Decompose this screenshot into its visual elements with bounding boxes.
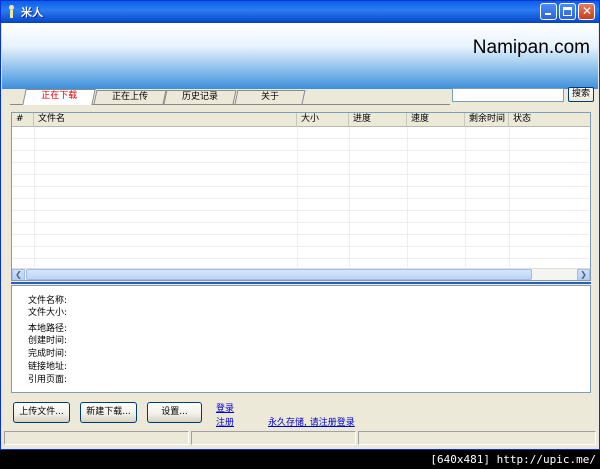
app-window: 米人 ✕ Namipan.com 正在下载 正在上传 历史记录 关于 搜索 # … (0, 0, 600, 450)
horizontal-scrollbar[interactable]: ❮ ❯ (12, 268, 590, 280)
empty-row (12, 223, 590, 235)
column-status[interactable]: 状态 (509, 113, 590, 127)
upload-file-button[interactable]: 上传文件... (13, 402, 70, 423)
list-header: # 文件名 大小 进度 速度 剩余时间 状态 (12, 113, 590, 127)
empty-row (12, 211, 590, 223)
status-cell (358, 431, 596, 445)
empty-row (12, 199, 590, 211)
brand-banner: Namipan.com (2, 23, 598, 89)
detail-completed-label: 完成时间: (28, 349, 68, 359)
minimize-icon (545, 13, 551, 15)
empty-row (12, 139, 590, 151)
grid-line (465, 127, 466, 267)
close-icon: ✕ (581, 4, 593, 18)
register-link[interactable]: 注册 (216, 415, 234, 428)
detail-referrer-label: 引用页面: (28, 375, 68, 385)
settings-button[interactable]: 设置... (147, 402, 202, 423)
status-cell (4, 431, 189, 445)
grid-line (34, 127, 35, 267)
download-list[interactable]: # 文件名 大小 进度 速度 剩余时间 状态 ❮ ❯ (11, 112, 591, 281)
promo-link[interactable]: 永久存储, 请注册登录 (268, 415, 355, 428)
title-bar[interactable]: 米人 ✕ (1, 1, 599, 23)
status-bar (2, 431, 598, 445)
close-button[interactable]: ✕ (578, 3, 595, 20)
app-person-icon (7, 5, 17, 19)
tab-label: 正在下载 (41, 91, 78, 101)
list-body[interactable] (12, 127, 590, 267)
maximize-button[interactable] (559, 3, 576, 20)
empty-row (12, 187, 590, 199)
status-cell (191, 431, 356, 445)
grid-line (407, 127, 408, 267)
tab-label: 关于 (260, 92, 279, 102)
grid-line (509, 127, 510, 267)
login-link[interactable]: 登录 (216, 401, 234, 414)
detail-link-label: 链接地址: (28, 362, 68, 372)
empty-row (12, 247, 590, 259)
scroll-right-icon[interactable]: ❯ (577, 269, 590, 280)
tab-history[interactable]: 历史记录 (163, 90, 237, 104)
empty-row (12, 127, 590, 139)
brand-text: Namipan.com (472, 37, 590, 58)
column-size[interactable]: 大小 (297, 113, 349, 127)
search-input[interactable] (452, 88, 564, 102)
tab-label: 历史记录 (181, 92, 218, 102)
window-title: 米人 (21, 6, 43, 19)
watermark: [640x481] http://upic.me/ (428, 452, 598, 468)
column-speed[interactable]: 速度 (407, 113, 465, 127)
empty-row (12, 151, 590, 163)
grid-line (349, 127, 350, 267)
new-download-button[interactable]: 新建下载... (80, 402, 137, 423)
search-button[interactable]: 搜索 (568, 87, 594, 102)
panel-divider (11, 282, 591, 284)
tab-uploading[interactable]: 正在上传 (93, 90, 167, 104)
detail-filesize-label: 文件大小: (28, 308, 68, 318)
grid-line (297, 127, 298, 267)
empty-row (12, 163, 590, 175)
column-progress[interactable]: 进度 (349, 113, 407, 127)
tab-label: 正在上传 (111, 92, 148, 102)
column-remaining-time[interactable]: 剩余时间 (465, 113, 509, 127)
minimize-button[interactable] (540, 3, 557, 20)
maximize-icon (563, 7, 572, 16)
detail-created-label: 创建时间: (28, 336, 68, 346)
file-details-panel: 文件名称: 文件大小: 本地路径: 创建时间: 完成时间: 链接地址: 引用页面… (11, 285, 591, 393)
column-filename[interactable]: 文件名 (34, 113, 297, 127)
scrollbar-thumb[interactable] (26, 269, 532, 280)
empty-row (12, 175, 590, 187)
tab-about[interactable]: 关于 (234, 90, 306, 104)
window-controls: ✕ (540, 3, 595, 20)
column-number[interactable]: # (12, 113, 34, 127)
tab-downloading[interactable]: 正在下载 (22, 89, 96, 105)
scroll-left-icon[interactable]: ❮ (12, 269, 25, 280)
empty-row (12, 235, 590, 247)
